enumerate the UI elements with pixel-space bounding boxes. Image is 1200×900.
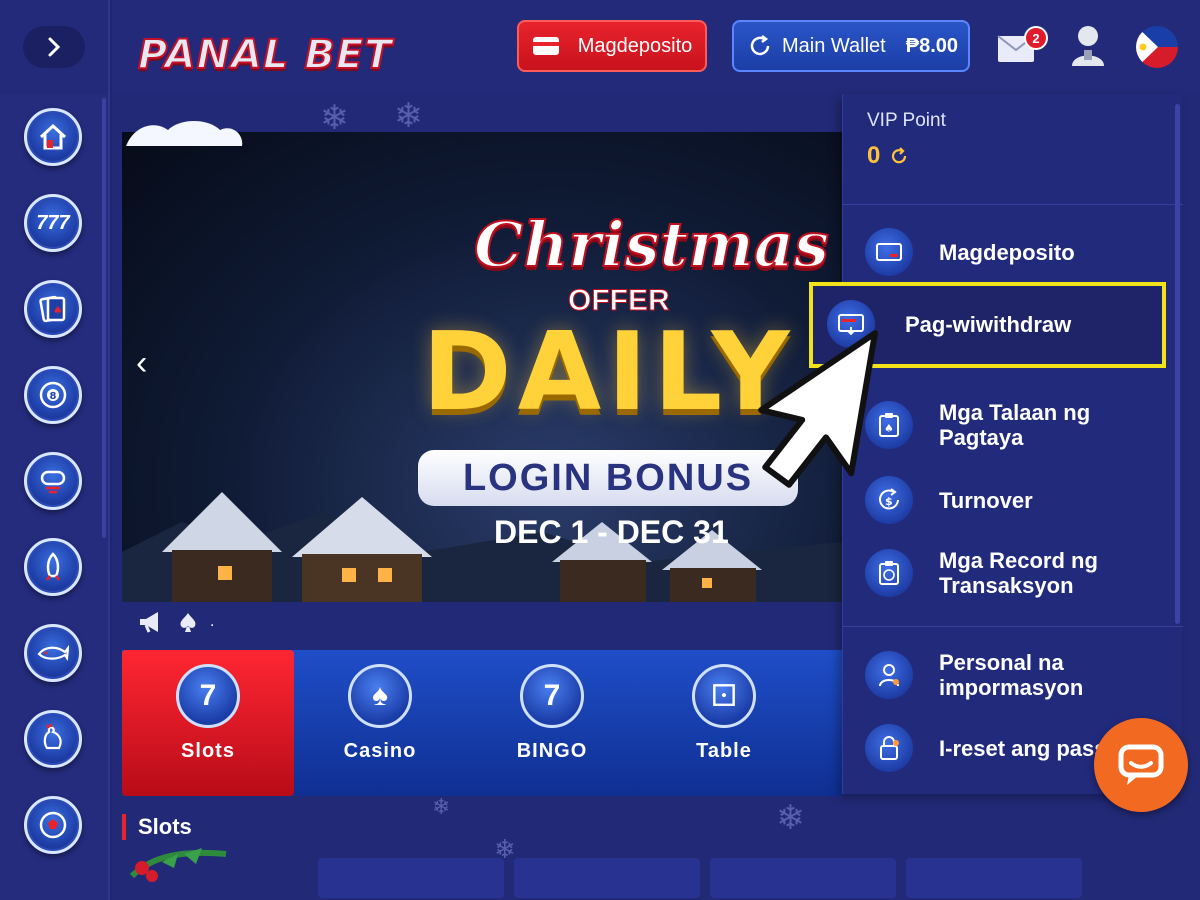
refresh-icon: [750, 35, 770, 56]
snow-cap-decoration: [126, 121, 243, 146]
live-chat-button[interactable]: [1094, 718, 1188, 812]
sidebar-icon-list: 777 ♠ 8: [24, 108, 82, 882]
fishing-icon[interactable]: [24, 452, 82, 510]
shark-icon[interactable]: [24, 624, 82, 682]
soccer-ball-icon[interactable]: [24, 796, 82, 854]
banner-dates: DEC 1 - DEC 31: [494, 514, 729, 550]
tab-label: Casino: [343, 740, 417, 762]
game-card[interactable]: [318, 858, 504, 898]
megaphone-icon: [140, 612, 158, 633]
tab-label: Slots: [181, 740, 235, 762]
menu-item-transaction-records[interactable]: Mga Record ng Transaksyon: [865, 548, 1098, 598]
refresh-icon[interactable]: [890, 147, 908, 165]
menu-item-label: I-reset ang pass: [939, 735, 1107, 761]
billiard-8-icon[interactable]: 8: [24, 366, 82, 424]
cards-icon[interactable]: ♠: [24, 280, 82, 338]
sidebar-scrollbar[interactable]: [102, 98, 106, 538]
announcement-bar: .: [138, 610, 214, 634]
tab-label: BINGO: [516, 740, 588, 762]
expand-sidebar-button[interactable]: [23, 26, 85, 68]
vip-point-label: VIP Point: [867, 110, 946, 131]
announcement-text: .: [210, 613, 215, 630]
home-icon[interactable]: [24, 108, 82, 166]
menu-item-label: Turnover: [939, 487, 1033, 513]
sidebar-top: [0, 0, 108, 94]
game-card[interactable]: [710, 858, 896, 898]
user-avatar-icon[interactable]: [1068, 22, 1108, 68]
tab-label: Table: [696, 740, 752, 762]
menu-item-label: Personal na impormasyon: [939, 650, 1084, 700]
game-card[interactable]: [906, 858, 1082, 898]
banner-prev-button[interactable]: ‹: [136, 344, 147, 383]
promo-banner[interactable]: ‹ Christmas OFFER DAILY LOGIN BONUS DEC …: [122, 132, 842, 602]
tab-casino[interactable]: ♠ Casino: [294, 650, 466, 796]
table-dice-icon: ⚀: [692, 664, 756, 728]
dropdown-scrollbar[interactable]: [1175, 104, 1180, 624]
snowflake-decoration: ❄: [394, 97, 423, 135]
philippines-flag-icon[interactable]: [1136, 26, 1178, 68]
main-wallet-button[interactable]: Main Wallet ₱8.00: [732, 20, 970, 72]
wallet-label: Main Wallet: [782, 34, 886, 57]
clipboard-dollar-icon: [865, 549, 913, 597]
menu-item-reset-password[interactable]: I-reset ang pass: [865, 724, 1107, 772]
slots-777-icon[interactable]: 777: [24, 194, 82, 252]
account-dropdown-menu: VIP Point 0 Magdeposito ♠ Mga Talaan ng P…: [842, 94, 1183, 794]
menu-item-label: Pag-wiwithdraw: [905, 311, 1072, 337]
menu-item-betting-records[interactable]: ♠ Mga Talaan ng Pagtaya: [865, 400, 1090, 450]
top-header: PANAL BET Magdeposito Main Wallet ₱8.00 …: [112, 0, 1200, 94]
chat-bubble-icon: [1118, 744, 1164, 785]
slots-game-row: [122, 858, 1082, 898]
mail-unread-badge: 2: [1024, 26, 1048, 50]
deposit-button-label: Magdeposito: [577, 34, 693, 57]
menu-item-label: Magdeposito: [939, 239, 1075, 265]
game-category-tabs: 7 Slots ♠ Casino 7 BINGO ⚀ Table: [122, 650, 842, 796]
vip-point-number: 0: [867, 142, 881, 169]
menu-item-personal-info[interactable]: Personal na impormasyon: [865, 650, 1083, 700]
spade-icon: [180, 613, 196, 632]
svg-text:♠: ♠: [53, 304, 63, 317]
menu-item-label: Mga Record ng Transaksyon: [939, 548, 1098, 598]
svg-text:♠: ♠: [884, 422, 894, 435]
user-profile-icon: [865, 651, 913, 699]
menu-item-label: Mga Talaan ng Pagtaya: [939, 400, 1091, 450]
lock-icon: [865, 724, 913, 772]
tab-bingo[interactable]: 7 BINGO: [466, 650, 638, 796]
snowflake-decoration: ❄: [432, 794, 451, 819]
chevron-right-icon: [48, 37, 61, 57]
menu-item-turnover[interactable]: $ Turnover: [865, 476, 1033, 524]
panalbet-logo[interactable]: PANAL BET: [126, 18, 436, 79]
logo-text: PANAL BET: [137, 31, 393, 79]
rooster-icon[interactable]: [24, 710, 82, 768]
deposit-card-icon: [865, 228, 913, 276]
vip-point-value: 0: [867, 142, 908, 170]
bingo-ball-icon: 7: [520, 664, 584, 728]
casino-card-icon: ♠: [348, 664, 412, 728]
slots-7-icon: 7: [176, 664, 240, 728]
game-card[interactable]: [514, 858, 700, 898]
banner-christmas-title: Christmas: [473, 207, 830, 282]
sidebar: 777 ♠ 8: [0, 0, 110, 900]
menu-item-deposit[interactable]: Magdeposito: [865, 228, 1075, 276]
wallet-balance: ₱8.00: [905, 34, 958, 57]
rocket-icon[interactable]: [24, 538, 82, 596]
wallet-card-icon: [532, 37, 559, 55]
deposit-button[interactable]: Magdeposito: [517, 20, 707, 72]
tab-slots[interactable]: 7 Slots: [122, 650, 294, 796]
snowflake-decoration: ❄: [776, 799, 805, 837]
pointer-arrow-icon: [758, 330, 878, 488]
menu-divider: [843, 204, 1183, 205]
menu-divider: [843, 626, 1183, 627]
svg-text:8: 8: [50, 391, 57, 402]
tab-table[interactable]: ⚀ Table: [638, 650, 810, 796]
svg-text:$: $: [885, 495, 893, 508]
